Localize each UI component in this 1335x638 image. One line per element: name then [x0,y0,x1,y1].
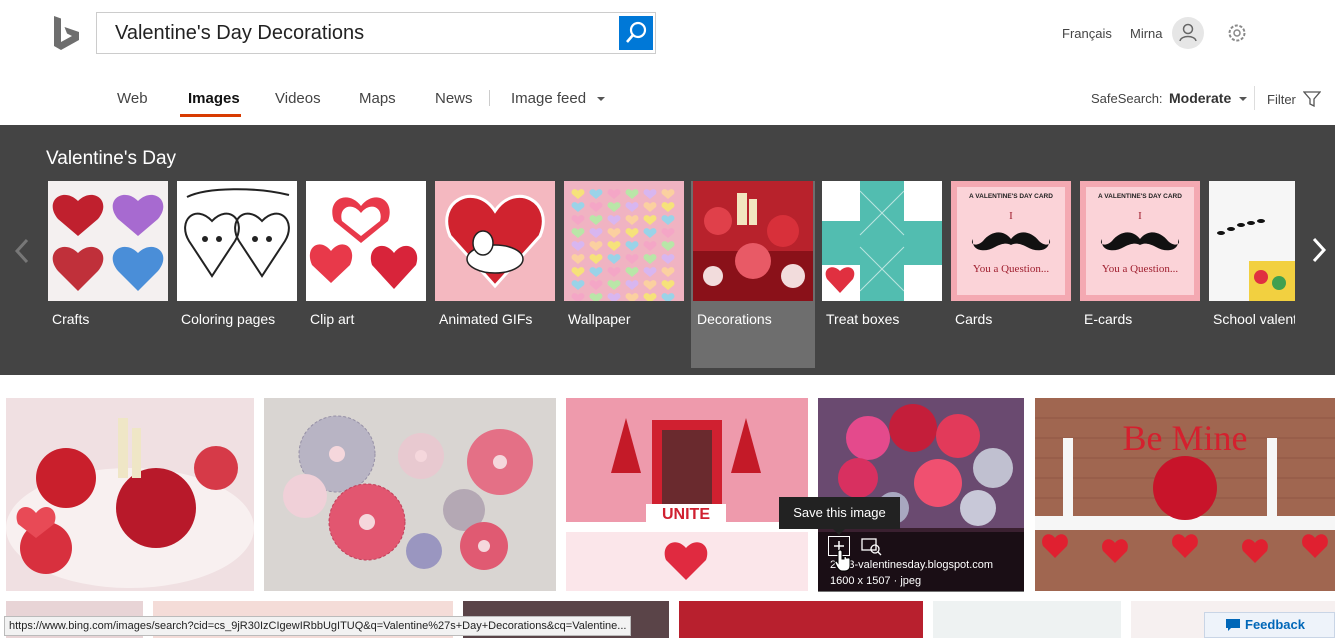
carousel-item-animated-gifs[interactable]: Animated GIFs [435,181,555,368]
carousel-item-coloring-pages[interactable]: Coloring pages [177,181,297,368]
search-button[interactable] [619,16,653,50]
carousel-item-label: Animated GIFs [439,311,533,327]
tab-videos[interactable]: Videos [275,90,321,107]
feedback-label: Feedback [1245,617,1305,632]
tab-maps[interactable]: Maps [359,90,396,107]
carousel-item-label: Coloring pages [181,311,276,327]
feedback-icon [1226,619,1240,631]
e-cards-thumbnail: A VALENTINE'S DAY CARD I You a Question.… [1080,181,1200,301]
carousel-item-cards[interactable]: A VALENTINE'S DAY CARD I You a Question.… [951,181,1071,368]
carousel-next-arrow[interactable] [1306,236,1332,264]
carousel-item-clip-art[interactable]: Clip art [306,181,426,368]
result-image[interactable]: Be Mine [1035,398,1335,591]
user-name[interactable]: Mirna [1130,26,1163,41]
card-line2: You a Question... [973,263,1049,275]
treat-boxes-thumbnail [822,181,942,301]
carousel-item-decorations[interactable]: Decorations [691,181,815,368]
tooltip-arrow [832,528,846,535]
carousel-item-crafts[interactable]: Crafts [48,181,168,368]
gear-icon[interactable] [1226,22,1248,44]
tab-images[interactable]: Images [188,90,240,107]
card-line2: You a Question... [1102,263,1178,275]
image-dimensions: 1600 x 1507 · jpeg [830,575,922,587]
avatar[interactable] [1172,17,1204,49]
card-line1: I [1009,210,1013,222]
decorations-thumbnail [693,181,813,301]
crafts-thumbnail [48,181,168,301]
carousel-item-label: Cards [955,311,993,327]
card-line1: I [1138,210,1142,222]
school-valentines-thumbnail [1209,181,1295,301]
carousel-item-label: School valentines [1213,311,1295,327]
be-mine-text: Be Mine [1123,418,1248,458]
user-icon [1179,23,1197,42]
result-image[interactable] [6,398,254,591]
carousel-prev-arrow[interactable] [12,238,34,264]
safesearch-dropdown[interactable]: Moderate [1169,90,1248,106]
carousel-item-e-cards[interactable]: A VALENTINE'S DAY CARD I You a Question.… [1080,181,1200,368]
carousel-item-label: Decorations [697,311,772,327]
filter-label: Filter [1267,92,1296,107]
nav-divider [489,90,490,106]
coloring-pages-thumbnail [177,181,297,301]
filter-divider [1254,86,1255,110]
search-input[interactable] [97,13,617,53]
status-bar-url: https://www.bing.com/images/search?cid=c… [4,616,632,636]
carousel-item-label: E-cards [1084,311,1133,327]
clip-art-thumbnail [306,181,426,301]
carousel-item-treat-boxes[interactable]: Treat boxes [822,181,942,368]
carousel-item-label: Treat boxes [826,311,900,327]
carousel-item-label: Wallpaper [568,311,631,327]
feedback-button[interactable]: Feedback [1204,612,1335,638]
carousel-title: Valentine's Day [46,148,177,169]
filter-button[interactable]: Filter [1267,91,1321,108]
visual-search-icon[interactable] [860,536,882,556]
active-tab-indicator [180,114,241,117]
result-image[interactable]: UNITE [566,398,808,591]
chevron-down-icon [597,97,606,101]
chevron-down-icon [1239,97,1248,101]
save-image-tooltip: Save this image [779,497,900,529]
tab-web[interactable]: Web [117,90,148,107]
safesearch-label: SafeSearch: [1091,91,1163,106]
safesearch-value: Moderate [1169,90,1232,106]
carousel-item-label: Clip art [310,311,355,327]
card-title: A VALENTINE'S DAY CARD [969,193,1053,200]
result-image[interactable] [264,398,556,591]
unite-blocks-text: UNITE [662,506,710,523]
language-link[interactable]: Français [1062,26,1112,41]
card-title: A VALENTINE'S DAY CARD [1098,193,1182,200]
bing-logo[interactable] [52,14,82,54]
result-image[interactable] [679,601,923,638]
filter-icon [1302,91,1321,108]
animated-gifs-thumbnail [435,181,555,301]
carousel-item-school-valentines[interactable]: School valentines [1209,181,1295,368]
carousel-item-wallpaper[interactable]: Wallpaper [564,181,684,368]
wallpaper-thumbnail [564,181,684,301]
search-icon [626,21,647,43]
image-feed-label: Image feed [511,90,587,107]
image-source-domain[interactable]: 2013-valentinesday.blogspot.com [830,559,993,571]
result-image[interactable] [933,601,1121,638]
tab-image-feed[interactable]: Image feed [511,90,606,107]
cards-thumbnail: A VALENTINE'S DAY CARD I You a Question.… [951,181,1071,301]
search-box [96,12,656,54]
tab-news[interactable]: News [435,90,473,107]
carousel-item-label: Crafts [52,311,90,327]
hand-cursor-icon [834,549,851,572]
